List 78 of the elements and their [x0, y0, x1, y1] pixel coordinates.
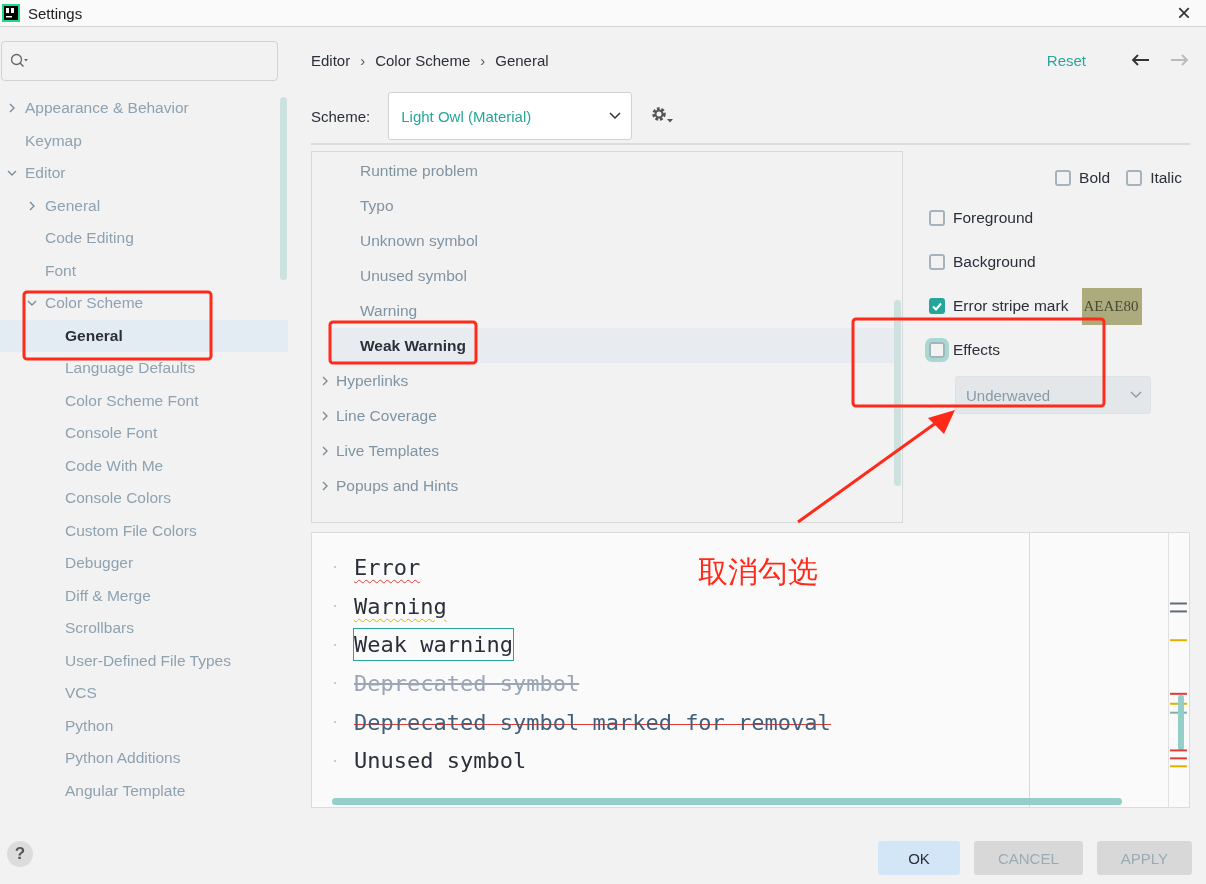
option-checkbox-label[interactable]: Foreground	[929, 209, 1034, 227]
sidebar-item[interactable]: Code Editing	[0, 222, 288, 255]
tree-item[interactable]: Typo	[330, 188, 894, 223]
close-button[interactable]: ×	[1162, 0, 1206, 28]
sidebar-item[interactable]: Color Scheme Font	[0, 384, 288, 417]
back-arrow-icon[interactable]	[1130, 53, 1150, 67]
sidebar-item[interactable]: Console Colors	[0, 482, 288, 515]
code-line: Error	[354, 554, 421, 580]
checkbox[interactable]	[929, 210, 945, 226]
sidebar-item[interactable]: Appearance & Behavior	[0, 92, 288, 125]
option-checkbox-label[interactable]: Background	[929, 253, 1036, 271]
tree-item[interactable]: Unused symbol	[330, 258, 894, 293]
search-field[interactable]	[1, 41, 278, 81]
dialog-button[interactable]: CANCEL	[973, 841, 1083, 875]
breadcrumb-item[interactable]: Color Scheme	[375, 51, 471, 69]
help-button[interactable]: ?	[7, 841, 33, 867]
italic-checkbox-label[interactable]: Italic	[1126, 169, 1182, 187]
tree-item[interactable]: Runtime problem	[330, 153, 894, 188]
tree-item[interactable]: Warning	[330, 293, 894, 328]
window-title: Settings	[28, 4, 83, 22]
option-checkbox-label[interactable]: Effects	[929, 341, 1001, 359]
sidebar-item[interactable]: Python	[0, 709, 288, 742]
chevron-right-icon[interactable]	[320, 445, 330, 456]
breadcrumb-item[interactable]: General	[495, 51, 549, 69]
sidebar-item[interactable]: General	[0, 189, 288, 222]
sidebar-item[interactable]: User-Defined File Types	[0, 644, 288, 677]
breadcrumb-separator: ›	[360, 51, 366, 69]
sidebar-item[interactable]: Scrollbars	[0, 612, 288, 645]
search-icon	[10, 53, 28, 69]
sidebar-item[interactable]: Code With Me	[0, 449, 288, 482]
code-line: Warning	[354, 593, 447, 619]
bold-checkbox-label[interactable]: Bold	[1055, 169, 1111, 187]
tree-item[interactable]: Hyperlinks	[320, 363, 894, 398]
sidebar-item[interactable]: VCS	[0, 677, 288, 710]
checkmark-icon	[932, 301, 942, 311]
sidebar-item[interactable]: Custom File Colors	[0, 514, 288, 547]
sidebar-item[interactable]: Font	[0, 254, 288, 287]
scrollbar-thumb[interactable]	[894, 300, 901, 486]
tree-item[interactable]: Live Templates	[320, 433, 894, 468]
sidebar-item[interactable]: General	[0, 319, 288, 352]
code-line: Weak warning	[354, 629, 513, 661]
scheme-label: Scheme:	[311, 107, 371, 125]
dialog-button[interactable]: OK	[878, 841, 960, 875]
code-line: Deprecated symbol	[354, 670, 580, 696]
forward-arrow-icon[interactable]	[1170, 53, 1190, 67]
tree-item[interactable]: Popups and Hints	[320, 468, 894, 503]
dialog-button[interactable]: APPLY	[1096, 841, 1192, 875]
sidebar-item[interactable]: Angular Template	[0, 774, 288, 806]
code-line: Unused symbol	[354, 748, 527, 774]
scrollbar-thumb[interactable]	[332, 798, 1122, 805]
chevron-right-icon[interactable]	[320, 375, 330, 386]
chevron-right-icon[interactable]	[320, 410, 330, 421]
checkbox[interactable]	[929, 298, 945, 314]
sidebar-item[interactable]: Color Scheme	[0, 287, 288, 320]
checkbox[interactable]	[1055, 170, 1072, 186]
chevron-right-icon[interactable]	[27, 200, 37, 211]
breadcrumb-separator: ›	[480, 51, 486, 69]
tree-item[interactable]: Line Coverage	[320, 398, 894, 433]
sidebar-item[interactable]: Keymap	[0, 124, 288, 157]
sidebar-item[interactable]: Python Additions	[0, 742, 288, 775]
sidebar-item[interactable]: Debugger	[0, 547, 288, 580]
sidebar-item[interactable]: Editor	[0, 157, 288, 190]
sidebar-item[interactable]: Language Defaults	[0, 352, 288, 385]
chevron-right-icon[interactable]	[320, 480, 330, 491]
color-swatch[interactable]: AEAE80	[1082, 287, 1143, 325]
option-checkbox-label[interactable]: Error stripe mark	[929, 297, 1069, 315]
reset-link[interactable]: Reset	[1046, 51, 1086, 69]
sidebar-item[interactable]: Console Font	[0, 417, 288, 450]
scrollbar-thumb[interactable]	[280, 97, 287, 280]
tree-item[interactable]: Unknown symbol	[330, 223, 894, 258]
scheme-dropdown[interactable]: Light Owl (Material)	[388, 92, 633, 140]
checkbox[interactable]	[1126, 170, 1143, 186]
sidebar-item[interactable]: Diff & Merge	[0, 579, 288, 612]
tree-item[interactable]: Weak Warning	[330, 328, 894, 363]
chevron-right-icon[interactable]	[7, 103, 17, 114]
breadcrumb-item[interactable]: Editor	[311, 51, 351, 69]
annotation-text: 取消勾选	[698, 553, 818, 591]
checkbox[interactable]	[929, 254, 945, 270]
